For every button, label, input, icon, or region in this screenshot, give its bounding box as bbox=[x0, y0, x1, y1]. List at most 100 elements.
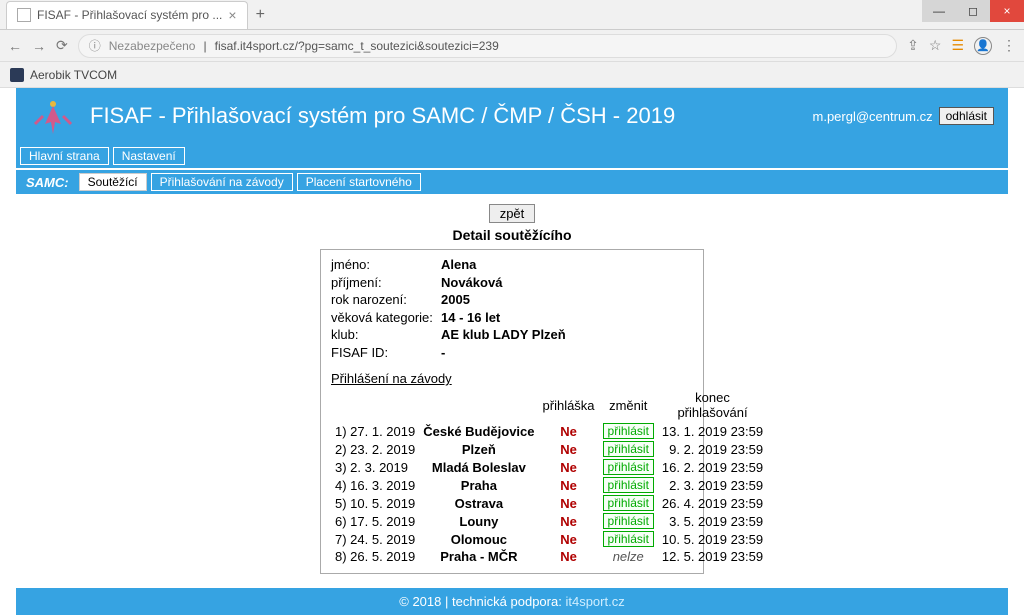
content: zpět Detail soutěžícího jméno:Alena příj… bbox=[16, 194, 1008, 580]
nav-back-icon[interactable]: ← bbox=[8, 38, 22, 54]
th-deadline: konec přihlašování bbox=[658, 388, 767, 422]
register-button[interactable]: přihlásit bbox=[603, 459, 654, 475]
cell-deadline: 9. 2. 2019 23:59 bbox=[658, 440, 767, 458]
url-field[interactable]: ⓘ Nezabezpečeno | fisaf.it4sport.cz/?pg=… bbox=[78, 34, 897, 58]
samc-nav: SAMC: Soutěžící Přihlašování na závody P… bbox=[16, 170, 1008, 194]
bookmark-favicon bbox=[10, 68, 24, 82]
url-text: fisaf.it4sport.cz/?pg=samc_t_soutezici&s… bbox=[215, 39, 499, 53]
account-icon[interactable]: 👤 bbox=[974, 37, 992, 55]
table-row: 2) 23. 2. 2019PlzeňNepřihlásit9. 2. 2019… bbox=[331, 440, 767, 458]
insecure-icon: ⓘ bbox=[89, 37, 101, 54]
nav-forward-icon[interactable]: → bbox=[32, 38, 46, 54]
tab-payments[interactable]: Placení startovného bbox=[297, 173, 421, 191]
cell-app: Ne bbox=[539, 512, 599, 530]
toolbar-right: ⇪ ☆ ☰ 👤 ⋮ bbox=[907, 37, 1016, 55]
nav-reload-icon[interactable]: ⟳ bbox=[56, 37, 68, 54]
cell-place: Praha - MČR bbox=[419, 548, 538, 565]
registrations-link[interactable]: Přihlášení na závody bbox=[331, 371, 452, 386]
main-nav: Hlavní strana Nastavení bbox=[16, 144, 1008, 168]
nav-settings[interactable]: Nastavení bbox=[113, 147, 185, 165]
register-button[interactable]: přihlásit bbox=[603, 531, 654, 547]
menu-icon[interactable]: ⋮ bbox=[1002, 37, 1016, 54]
tab-bar: FISAF - Přihlašovací systém pro ... × + … bbox=[0, 0, 1024, 30]
cell-date: 1) 27. 1. 2019 bbox=[331, 422, 419, 440]
browser-tab[interactable]: FISAF - Přihlašovací systém pro ... × bbox=[6, 1, 248, 29]
register-button[interactable]: přihlásit bbox=[603, 441, 654, 457]
cell-date: 4) 16. 3. 2019 bbox=[331, 476, 419, 494]
label-birth: rok narození: bbox=[331, 291, 441, 309]
nav-home[interactable]: Hlavní strana bbox=[20, 147, 109, 165]
window-minimize[interactable]: — bbox=[922, 0, 956, 22]
value-surname: Nováková bbox=[441, 274, 502, 292]
new-tab-button[interactable]: + bbox=[256, 6, 265, 24]
cannot-label: nelze bbox=[613, 549, 644, 564]
th-change: změnit bbox=[599, 388, 658, 422]
cast-icon[interactable]: ⇪ bbox=[907, 37, 919, 54]
cell-date: 2) 23. 2. 2019 bbox=[331, 440, 419, 458]
page: FISAF - Přihlašovací systém pro SAMC / Č… bbox=[0, 88, 1024, 615]
header-title: FISAF - Přihlašovací systém pro SAMC / Č… bbox=[90, 103, 675, 129]
detail-box: jméno:Alena příjmení:Nováková rok naroze… bbox=[320, 249, 704, 574]
tab-competitors[interactable]: Soutěžící bbox=[79, 173, 147, 191]
cell-deadline: 3. 5. 2019 23:59 bbox=[658, 512, 767, 530]
window-maximize[interactable]: ◻ bbox=[956, 0, 990, 22]
cell-place: České Budějovice bbox=[419, 422, 538, 440]
register-button[interactable]: přihlásit bbox=[603, 477, 654, 493]
window-close[interactable]: × bbox=[990, 0, 1024, 22]
cell-change: přihlásit bbox=[599, 494, 658, 512]
register-button[interactable]: přihlásit bbox=[603, 423, 654, 439]
cell-date: 5) 10. 5. 2019 bbox=[331, 494, 419, 512]
register-button[interactable]: přihlásit bbox=[603, 495, 654, 511]
cell-app: Ne bbox=[539, 494, 599, 512]
table-row: 8) 26. 5. 2019Praha - MČRNenelze12. 5. 2… bbox=[331, 548, 767, 565]
value-name: Alena bbox=[441, 256, 476, 274]
logout-button[interactable]: odhlásit bbox=[939, 107, 994, 125]
cell-deadline: 2. 3. 2019 23:59 bbox=[658, 476, 767, 494]
star-icon[interactable]: ☆ bbox=[929, 37, 942, 54]
address-bar: ← → ⟳ ⓘ Nezabezpečeno | fisaf.it4sport.c… bbox=[0, 30, 1024, 62]
tab-close-icon[interactable]: × bbox=[228, 7, 236, 23]
label-fisafid: FISAF ID: bbox=[331, 344, 441, 362]
cell-app: Ne bbox=[539, 476, 599, 494]
cell-place: Plzeň bbox=[419, 440, 538, 458]
cell-app: Ne bbox=[539, 458, 599, 476]
cell-date: 6) 17. 5. 2019 bbox=[331, 512, 419, 530]
cell-change: přihlásit bbox=[599, 458, 658, 476]
window-controls: — ◻ × bbox=[922, 0, 1024, 22]
cell-change: přihlásit bbox=[599, 440, 658, 458]
tab-title: FISAF - Přihlašovací systém pro ... bbox=[37, 8, 222, 22]
cell-change: přihlásit bbox=[599, 512, 658, 530]
bookmark-item[interactable]: Aerobik TVCOM bbox=[30, 68, 117, 82]
samc-label: SAMC: bbox=[20, 175, 75, 190]
cell-change: přihlásit bbox=[599, 422, 658, 440]
cell-deadline: 13. 1. 2019 23:59 bbox=[658, 422, 767, 440]
extension-icon[interactable]: ☰ bbox=[951, 37, 964, 54]
value-club: AE klub LADY Plzeň bbox=[441, 326, 566, 344]
header: FISAF - Přihlašovací systém pro SAMC / Č… bbox=[16, 88, 1008, 144]
tab-registration[interactable]: Přihlašování na závody bbox=[151, 173, 293, 191]
cell-place: Praha bbox=[419, 476, 538, 494]
cell-date: 8) 26. 5. 2019 bbox=[331, 548, 419, 565]
value-agecat: 14 - 16 let bbox=[441, 309, 500, 327]
cell-app: Ne bbox=[539, 440, 599, 458]
bookmark-bar: Aerobik TVCOM bbox=[0, 62, 1024, 88]
footer-copyright: © 2018 | technická podpora: bbox=[399, 594, 562, 609]
label-surname: příjmení: bbox=[331, 274, 441, 292]
detail-title: Detail soutěžícího bbox=[16, 227, 1008, 243]
footer-support-link[interactable]: it4sport.cz bbox=[565, 594, 624, 609]
table-row: 1) 27. 1. 2019České BudějoviceNepřihlási… bbox=[331, 422, 767, 440]
table-row: 5) 10. 5. 2019OstravaNepřihlásit26. 4. 2… bbox=[331, 494, 767, 512]
table-row: 3) 2. 3. 2019Mladá BoleslavNepřihlásit16… bbox=[331, 458, 767, 476]
table-row: 6) 17. 5. 2019LounyNepřihlásit3. 5. 2019… bbox=[331, 512, 767, 530]
value-birth: 2005 bbox=[441, 291, 470, 309]
label-club: klub: bbox=[331, 326, 441, 344]
insecure-label: Nezabezpečeno bbox=[109, 39, 196, 53]
back-button[interactable]: zpět bbox=[489, 204, 536, 223]
cell-date: 3) 2. 3. 2019 bbox=[331, 458, 419, 476]
th-app: přihláška bbox=[539, 388, 599, 422]
footer: © 2018 | technická podpora: it4sport.cz bbox=[16, 588, 1008, 615]
cell-change: nelze bbox=[599, 548, 658, 565]
browser-chrome: FISAF - Přihlašovací systém pro ... × + … bbox=[0, 0, 1024, 88]
user-email: m.pergl@centrum.cz bbox=[813, 109, 933, 124]
register-button[interactable]: přihlásit bbox=[603, 513, 654, 529]
